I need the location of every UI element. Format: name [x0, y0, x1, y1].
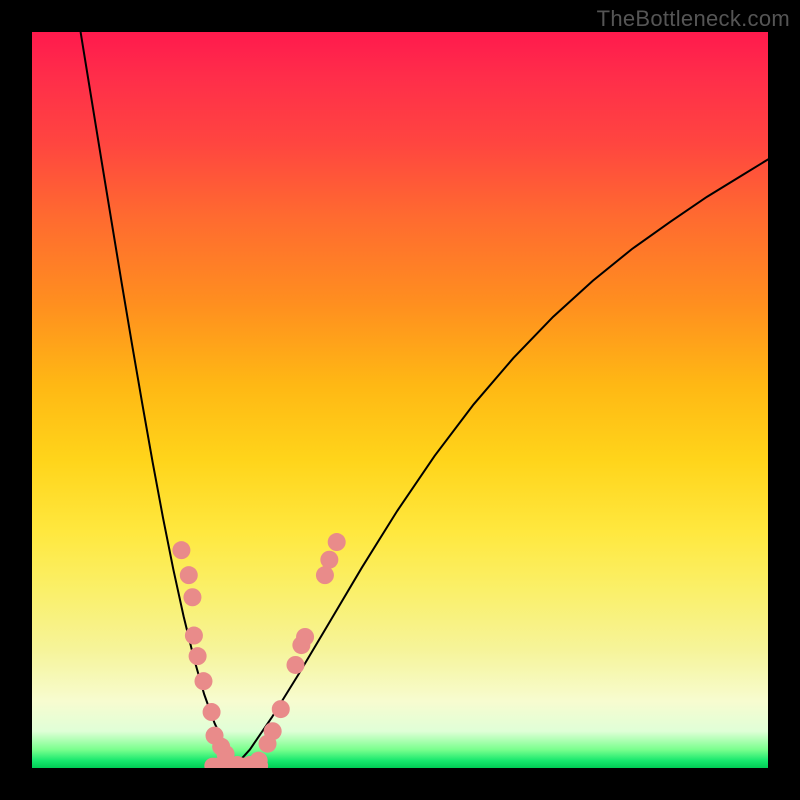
data-dot [180, 566, 198, 584]
chart-svg [32, 32, 768, 768]
plot-area [32, 32, 768, 768]
data-dot [250, 752, 268, 768]
left-curve [81, 32, 236, 766]
watermark-text: TheBottleneck.com [597, 6, 790, 32]
data-dot [264, 722, 282, 740]
data-dot [172, 541, 190, 559]
data-dot [316, 566, 334, 584]
data-dot [272, 700, 290, 718]
data-dot [189, 647, 207, 665]
data-dot [183, 588, 201, 606]
data-dot [328, 533, 346, 551]
data-dot [286, 656, 304, 674]
data-dot [296, 628, 314, 646]
right-curve [235, 155, 768, 766]
data-dot [194, 672, 212, 690]
data-dot [320, 551, 338, 569]
data-dot [203, 703, 221, 721]
data-dot [185, 627, 203, 645]
chart-frame: TheBottleneck.com [0, 0, 800, 800]
